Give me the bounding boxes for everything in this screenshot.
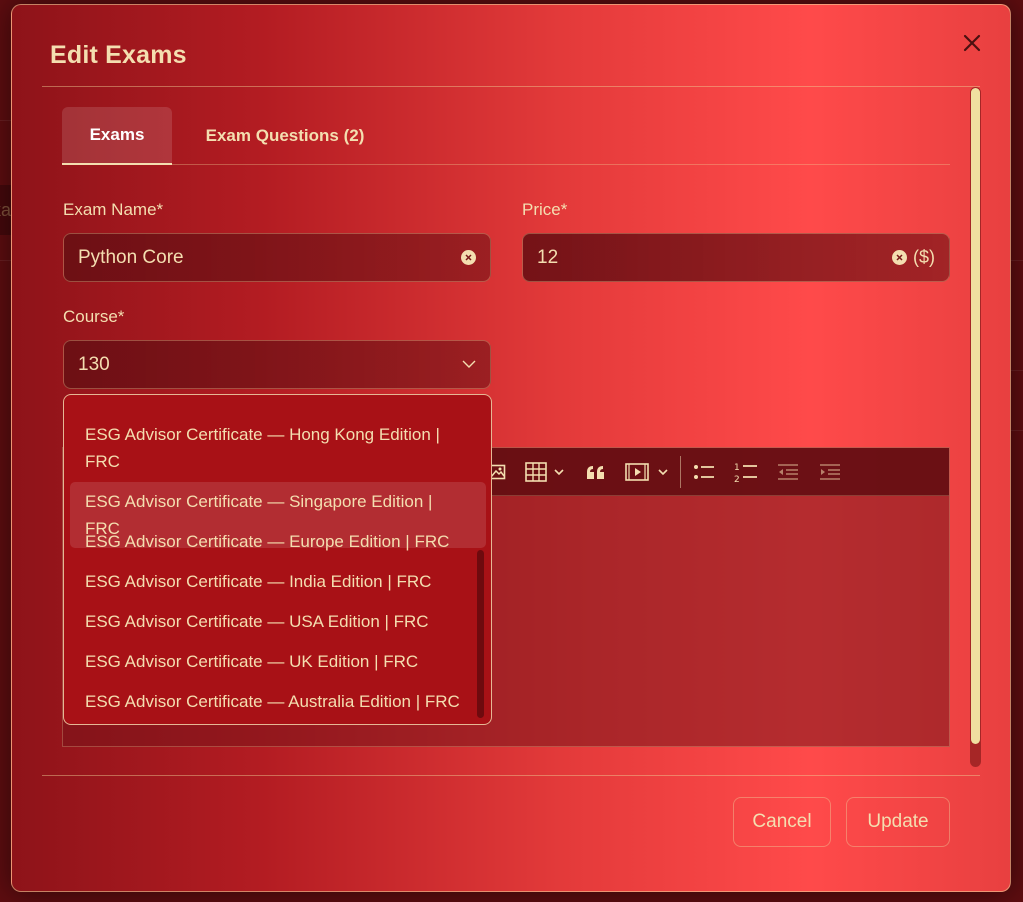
exam-name-value: Python Core xyxy=(78,246,184,268)
exam-name-field[interactable]: Python Core xyxy=(63,233,491,282)
modal-title: Edit Exams xyxy=(50,41,187,69)
course-option[interactable]: ESG Advisor Certificate — India Edition … xyxy=(70,562,486,601)
tab-exam-questions[interactable]: Exam Questions (2) xyxy=(192,107,378,165)
background-divider xyxy=(1011,260,1023,261)
clear-icon[interactable] xyxy=(892,250,907,265)
update-button[interactable]: Update xyxy=(846,797,950,847)
blockquote-icon[interactable] xyxy=(585,460,607,484)
price-field[interactable]: 12 ($) xyxy=(522,233,950,282)
course-option[interactable]: ESG Advisor Certificate — USA Edition | … xyxy=(70,602,486,641)
close-icon xyxy=(963,34,981,52)
toolbar-separator xyxy=(680,456,681,488)
tab-bar: Exams Exam Questions (2) xyxy=(62,107,950,165)
indent-icon[interactable] xyxy=(819,460,841,484)
cancel-button[interactable]: Cancel xyxy=(733,797,831,847)
course-option[interactable]: ESG Advisor Certificate — Australia Edit… xyxy=(70,682,486,721)
background-divider xyxy=(0,120,11,121)
svg-text:2: 2 xyxy=(734,475,740,483)
course-select[interactable]: 130 xyxy=(63,340,491,389)
course-option[interactable]: ESG Advisor Certificate — Hong Kong Edit… xyxy=(70,415,486,481)
modal-scrollbar[interactable] xyxy=(970,87,981,767)
price-value: 12 xyxy=(537,246,559,268)
course-value: 130 xyxy=(78,353,110,375)
tab-exams[interactable]: Exams xyxy=(62,107,172,165)
footer-divider xyxy=(42,775,980,776)
edit-exams-modal: Edit Exams Exams Exam Questions (2) Exam… xyxy=(11,4,1011,892)
chevron-down-icon xyxy=(462,360,476,368)
outdent-icon[interactable] xyxy=(777,460,799,484)
background-divider xyxy=(0,260,11,261)
numbered-list-icon[interactable]: 12 xyxy=(734,460,758,484)
svg-text:1: 1 xyxy=(734,463,740,473)
modal-scrollbar-thumb[interactable] xyxy=(971,88,980,744)
header-divider xyxy=(42,86,980,87)
course-label: Course* xyxy=(63,307,125,326)
course-dropdown: ESG Advisor Certificate — Hong Kong Edit… xyxy=(63,394,492,725)
price-label: Price* xyxy=(522,200,568,219)
background-text: ka xyxy=(0,200,12,220)
table-icon[interactable] xyxy=(525,460,571,484)
background-divider xyxy=(1011,430,1023,431)
dropdown-scrollbar[interactable] xyxy=(477,550,484,718)
currency-suffix: ($) xyxy=(913,247,935,267)
clear-icon[interactable] xyxy=(461,250,476,265)
course-option[interactable]: ESG Advisor Certificate — UK Edition | F… xyxy=(70,642,486,681)
exam-name-label: Exam Name* xyxy=(63,200,164,219)
bulleted-list-icon[interactable] xyxy=(693,460,715,484)
course-option[interactable]: ESG Advisor Certificate — Europe Edition… xyxy=(70,522,486,561)
background-divider xyxy=(1011,370,1023,371)
close-button[interactable] xyxy=(956,27,988,59)
media-embed-icon[interactable] xyxy=(625,460,675,484)
